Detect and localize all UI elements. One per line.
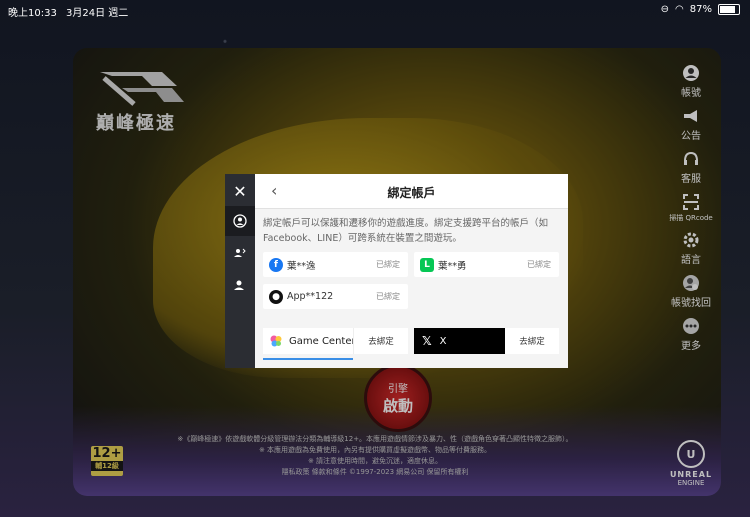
x-icon: 𝕏 [422, 334, 432, 348]
account-facebook-name: 葉**逸 [287, 260, 316, 272]
status-right: ⊖ ◠ 87% [661, 4, 740, 15]
user-circle-icon [233, 214, 247, 228]
user-icon [234, 280, 244, 290]
wifi-icon: ◠ [675, 4, 684, 15]
link-icon: ⊖ [660, 4, 670, 15]
line-icon: L [420, 257, 434, 272]
bind-x[interactable]: 𝕏 X 去綁定 [414, 328, 559, 354]
users-switch-icon [234, 248, 246, 257]
tab-bind-account[interactable] [225, 206, 255, 236]
game-center-icon [270, 335, 282, 347]
battery-icon [718, 4, 740, 15]
account-apple[interactable]: ● App**122 已綁定 [263, 284, 408, 309]
game-center-bind-button[interactable]: 去綁定 [353, 328, 408, 354]
facebook-icon: f [269, 257, 283, 272]
side-tab-bar: ✕ [225, 174, 255, 368]
status-bar: 晚上10:33 3月24日 週二 ⊖ ◠ 87% [0, 0, 750, 20]
x-name: X [439, 335, 447, 347]
bind-game-center[interactable]: Game Center 去綁定 [263, 328, 408, 354]
x-label-wrap: 𝕏 X [414, 328, 447, 354]
account-facebook-status: 已綁定 [376, 260, 400, 269]
account-line[interactable]: L 葉**勇 已綁定 [414, 252, 559, 277]
tab-user-center[interactable] [225, 270, 255, 300]
tab-switch-account[interactable] [225, 238, 255, 268]
bind-account-dialog: ‹ 綁定帳戶 綁定帳戶可以保護和遷移你的遊戲進度。綁定支援跨平台的帳戶（如 Fa… [255, 174, 568, 368]
close-icon[interactable]: ✕ [225, 182, 255, 201]
account-line-name: 葉**勇 [438, 260, 467, 272]
status-time-date: 晚上10:33 3月24日 週二 [8, 4, 128, 19]
status-time: 晚上10:33 [8, 8, 57, 19]
account-line-status: 已綁定 [527, 260, 551, 269]
account-apple-name: App**122 [287, 291, 334, 302]
x-bind-button[interactable]: 去綁定 [505, 328, 559, 354]
battery-percent: 87% [689, 4, 712, 15]
account-apple-status: 已綁定 [376, 292, 400, 301]
active-underline [263, 358, 353, 360]
dialog-title: 綁定帳戶 [387, 186, 436, 200]
dialog-header: ‹ 綁定帳戶 [255, 174, 568, 209]
account-facebook[interactable]: f 葉**逸 已綁定 [263, 252, 408, 277]
apple-icon: ● [269, 289, 283, 304]
game-center-name: Game Center [289, 335, 356, 347]
game-center-label-wrap: Game Center [263, 328, 356, 354]
status-date: 3月24日 週二 [66, 8, 129, 19]
dialog-description: 綁定帳戶可以保護和遷移你的遊戲進度。綁定支援跨平台的帳戶（如 Facebook、… [263, 218, 549, 244]
